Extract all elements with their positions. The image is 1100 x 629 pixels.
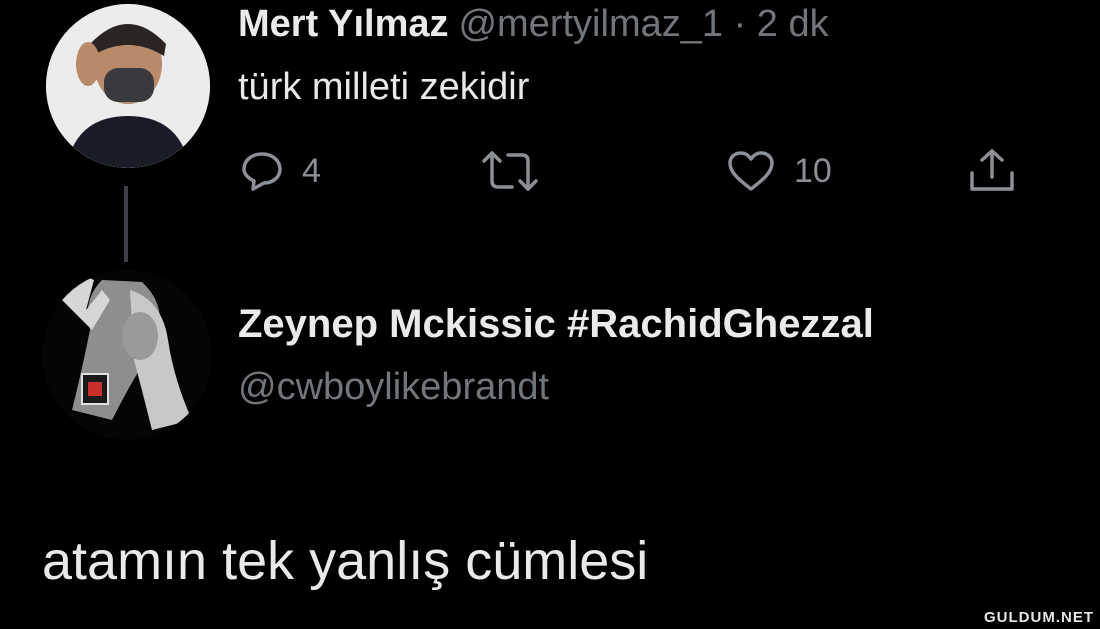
watermark: GULDUM.NET	[984, 609, 1094, 626]
like-icon	[726, 149, 776, 193]
reply-text: atamın tek yanlış cümlesi	[42, 531, 649, 591]
tweet-header: Mert Yılmaz @mertyilmaz_1 · 2 dk	[238, 3, 829, 46]
like-count: 10	[794, 151, 832, 190]
reply-button[interactable]: 4	[240, 146, 321, 196]
like-button[interactable]: 10	[726, 146, 832, 196]
reply-count: 4	[302, 151, 321, 190]
retweet-icon	[478, 149, 542, 193]
reply-author-name[interactable]: Zeynep Mckissic #RachidGhezzal	[238, 302, 874, 347]
author-handle-time: @mertyilmaz_1 · 2 dk	[458, 3, 829, 45]
reply-icon	[240, 149, 284, 193]
reply-author-handle: @cwboylikebrandt	[238, 366, 550, 408]
thread-connector	[124, 186, 128, 262]
share-button[interactable]	[966, 146, 1018, 196]
tweet-text: türk milleti zekidir	[238, 66, 530, 108]
author-name[interactable]: Mert Yılmaz	[238, 3, 448, 45]
avatar[interactable]	[46, 4, 210, 168]
share-icon	[966, 147, 1018, 195]
avatar[interactable]	[42, 270, 212, 440]
retweet-button[interactable]	[478, 146, 542, 196]
